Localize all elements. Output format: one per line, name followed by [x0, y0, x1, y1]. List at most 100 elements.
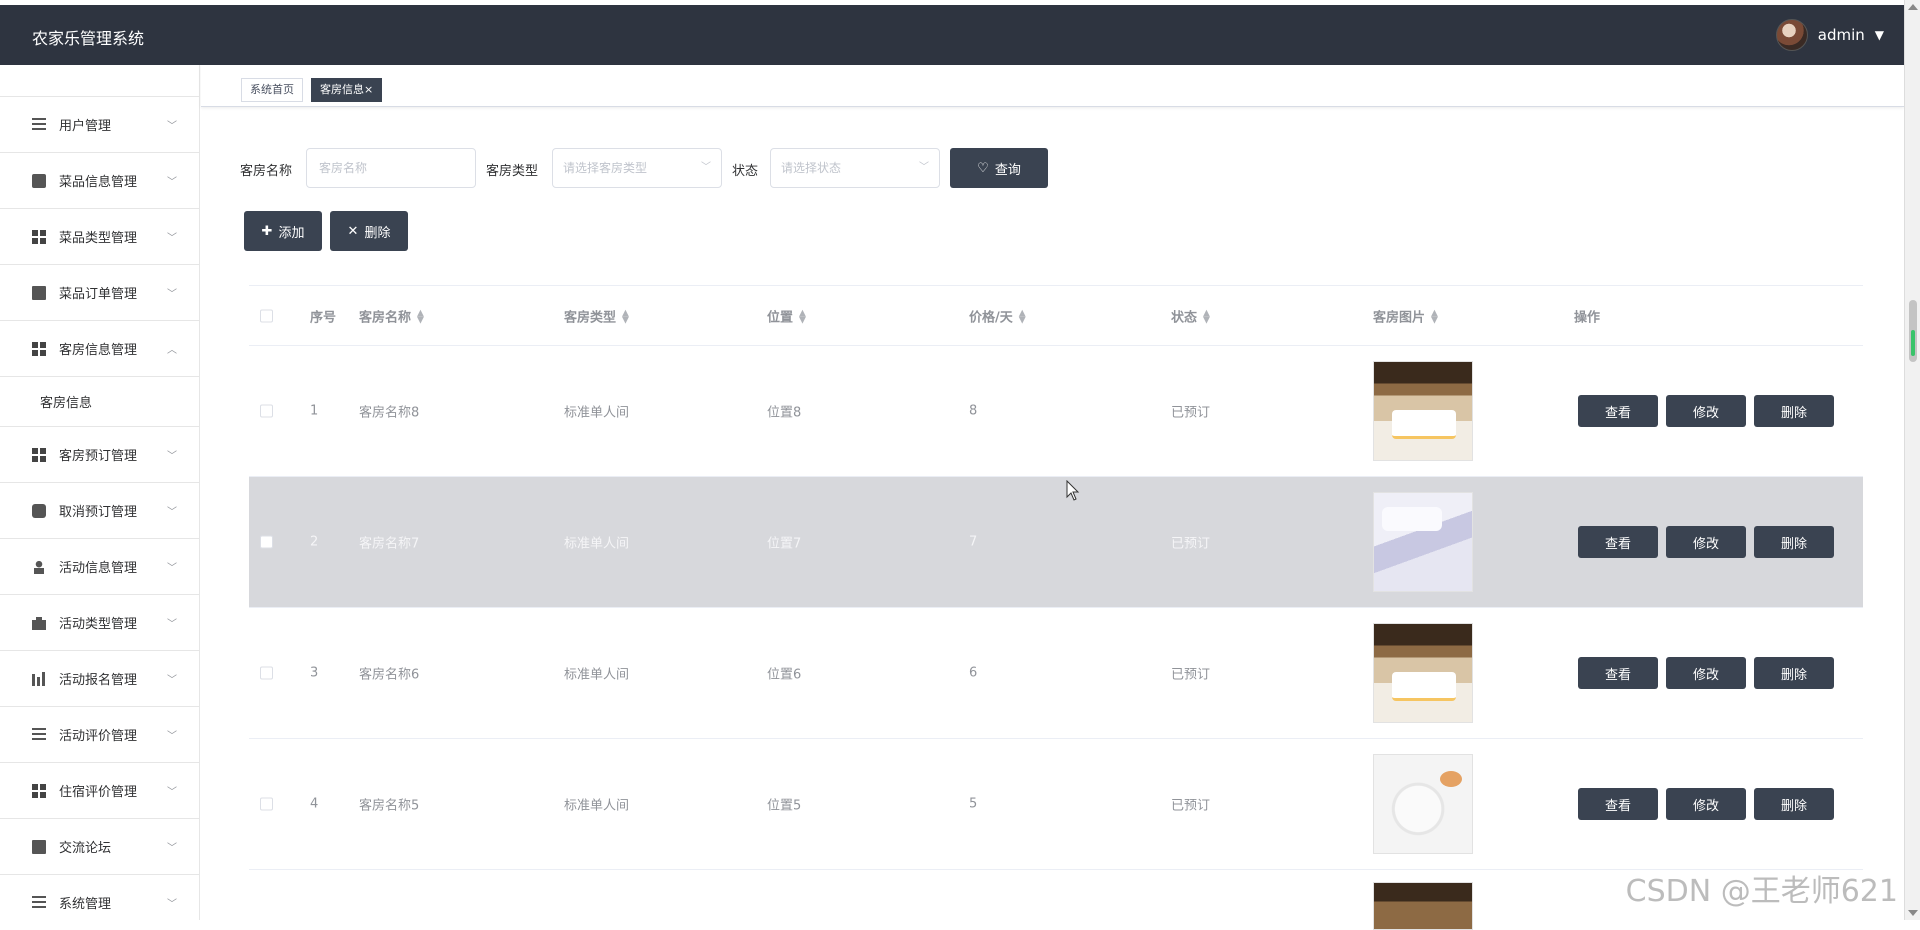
sidebar-item-activity-info[interactable]: 活动信息管理 ﹀	[0, 539, 199, 595]
delete-button[interactable]: 删除	[1754, 657, 1834, 689]
add-button[interactable]: ✚ 添加	[244, 211, 322, 251]
sidebar-item-room-info[interactable]: 客房信息管理 ︿	[0, 321, 199, 377]
avatar[interactable]	[1775, 19, 1808, 51]
sidebar-item-room-booking[interactable]: 客房预订管理 ﹀	[0, 427, 199, 483]
sidebar-item-activity-type[interactable]: 活动类型管理 ﹀	[0, 595, 199, 651]
query-button[interactable]: ♡ 查询	[950, 148, 1048, 188]
grid-icon	[32, 229, 46, 244]
scrollbar-thumb[interactable]	[1909, 300, 1917, 362]
room-image[interactable]	[1373, 754, 1473, 854]
sidebar-item-activity-review[interactable]: 活动评价管理 ﹀	[0, 707, 199, 763]
delete-button[interactable]: 删除	[1754, 526, 1834, 558]
room-type-select[interactable]: 请选择客房类型 ﹀	[552, 148, 722, 188]
cell-index: 2	[310, 534, 319, 550]
chevron-down-icon: ﹀	[167, 563, 177, 574]
chevron-down-icon: ﹀	[167, 731, 177, 742]
sliders-icon	[32, 727, 46, 742]
edit-button[interactable]: 修改	[1666, 788, 1746, 820]
sort-icon[interactable]: ▲ ▼	[622, 309, 629, 325]
cell-room-type: 标准单人间	[564, 536, 630, 552]
sidebar-item-dish-order[interactable]: 菜品订单管理 ﹀	[0, 265, 199, 321]
sort-icon[interactable]: ▲ ▼	[1019, 309, 1026, 325]
sidebar-item-label: 活动报名管理	[59, 673, 138, 688]
chevron-up-icon: ︿	[167, 345, 177, 356]
cell-location: 位置5	[767, 798, 802, 814]
delete-button[interactable]: 删除	[1754, 395, 1834, 427]
delete-button-label: 删除	[364, 225, 391, 241]
view-button[interactable]: 查看	[1578, 395, 1658, 427]
room-image[interactable]	[1373, 492, 1473, 592]
sort-icon[interactable]: ▲ ▼	[1431, 309, 1438, 325]
chevron-down-icon: ﹀	[167, 675, 177, 686]
sidebar-item-dish-info[interactable]: 菜品信息管理 ﹀	[0, 153, 199, 209]
chevron-down-icon: ﹀	[167, 451, 177, 462]
cell-price: 7	[969, 534, 978, 550]
table-row[interactable]: 4 客房名称5 标准单人间 位置5 5 已预订 查看 修改 删除	[249, 739, 1863, 870]
query-button-label: 查询	[994, 162, 1021, 178]
view-button[interactable]: 查看	[1578, 657, 1658, 689]
cell-location: 位置7	[767, 536, 802, 552]
sort-icon[interactable]: ▲ ▼	[799, 309, 806, 325]
sidebar-item-user-management[interactable]: 用户管理 ﹀	[0, 97, 199, 153]
row-checkbox[interactable]	[260, 666, 273, 680]
sidebar-item-label: 交流论坛	[59, 841, 112, 856]
sidebar-item-cancel-booking[interactable]: 取消预订管理 ﹀	[0, 483, 199, 539]
sidebar-item-dish-type[interactable]: 菜品类型管理 ﹀	[0, 209, 199, 265]
close-icon[interactable]: ×	[364, 83, 373, 96]
tab-home[interactable]: 系统首页	[241, 78, 303, 102]
header-room-type[interactable]: 客房类型 ▲ ▼	[564, 306, 629, 325]
sidebar-item-label: 客房预订管理	[59, 449, 138, 464]
bars-icon	[32, 671, 46, 686]
row-checkbox[interactable]	[260, 797, 273, 811]
tabs-bar: 系统首页 客房信息×	[201, 65, 1904, 107]
table-row[interactable]: 3 客房名称6 标准单人间 位置6 6 已预订 查看 修改 删除	[249, 608, 1863, 739]
scroll-down-icon[interactable]	[1908, 910, 1918, 916]
status-select[interactable]: 请选择状态 ﹀	[770, 148, 940, 188]
view-button[interactable]: 查看	[1578, 788, 1658, 820]
row-checkbox[interactable]	[260, 535, 273, 549]
chevron-down-icon: ﹀	[167, 233, 177, 244]
sidebar-item-system[interactable]: 系统管理 ﹀	[0, 875, 199, 920]
tab-room-info[interactable]: 客房信息×	[311, 78, 383, 102]
header-price[interactable]: 价格/天 ▲ ▼	[969, 306, 1026, 325]
delete-button[interactable]: 删除	[1754, 788, 1834, 820]
sidebar-item-label: 菜品类型管理	[59, 231, 138, 246]
select-all-checkbox[interactable]	[260, 309, 273, 322]
room-image[interactable]	[1373, 623, 1473, 723]
table-row[interactable]: 1 客房名称8 标准单人间 位置8 8 已预订 查看 修改 删除	[249, 346, 1863, 477]
sidebar-item-activity-signup[interactable]: 活动报名管理 ﹀	[0, 651, 199, 707]
delete-selected-button[interactable]: ✕ 删除	[330, 211, 408, 251]
sidebar-item-forum[interactable]: 交流论坛 ﹀	[0, 819, 199, 875]
header-room-name[interactable]: 客房名称 ▲ ▼	[359, 306, 424, 325]
table-row[interactable]: 2 客房名称7 标准单人间 位置7 7 已预订 查看 修改 删除	[249, 477, 1863, 608]
scroll-up-icon[interactable]	[1908, 4, 1918, 10]
sidebar-subitem-room-info[interactable]: 客房信息	[0, 377, 199, 427]
sort-icon[interactable]: ▲ ▼	[1203, 309, 1210, 325]
view-button[interactable]: 查看	[1578, 526, 1658, 558]
row-checkbox[interactable]	[260, 404, 273, 418]
user-name[interactable]: admin	[1818, 26, 1865, 44]
edit-button[interactable]: 修改	[1666, 657, 1746, 689]
edit-button[interactable]: 修改	[1666, 395, 1746, 427]
room-image[interactable]	[1373, 882, 1473, 930]
room-name-input[interactable]	[306, 148, 476, 188]
room-type-placeholder: 请选择客房类型	[563, 161, 648, 175]
sidebar-item-stay-review[interactable]: 住宿评价管理 ﹀	[0, 763, 199, 819]
top-bar: 农家乐管理系统 admin ▼	[0, 5, 1904, 65]
header-room-image[interactable]: 客房图片 ▲ ▼	[1373, 306, 1438, 325]
edit-button[interactable]: 修改	[1666, 526, 1746, 558]
status-label: 状态	[732, 164, 759, 179]
sidebar-item-label: 住宿评价管理	[59, 785, 138, 800]
sort-icon[interactable]: ▲ ▼	[417, 309, 424, 325]
cell-index: 4	[310, 796, 319, 812]
user-menu[interactable]: admin ▼	[1775, 19, 1884, 51]
sidebar-item-label: 取消预订管理	[59, 505, 138, 520]
cell-price: 6	[969, 665, 978, 681]
header-location[interactable]: 位置 ▲ ▼	[767, 306, 806, 325]
header-status[interactable]: 状态 ▲ ▼	[1171, 306, 1210, 325]
page-scrollbar[interactable]	[1904, 0, 1920, 920]
caret-down-icon[interactable]: ▼	[1875, 28, 1884, 42]
cell-price: 5	[969, 796, 978, 812]
room-image[interactable]	[1373, 361, 1473, 461]
sidebar-item-label: 活动评价管理	[59, 729, 138, 744]
